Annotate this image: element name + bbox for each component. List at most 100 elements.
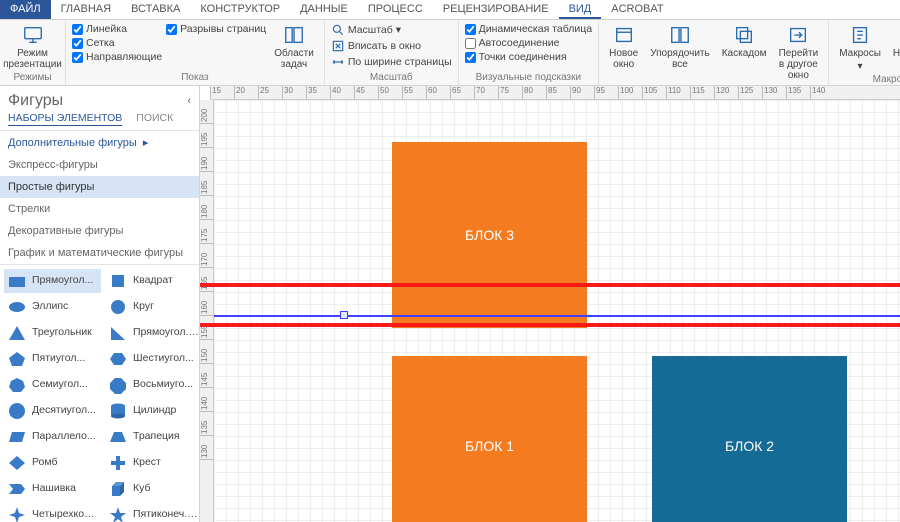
chk-pagebreaks[interactable]: Разрывы страниц [166, 22, 266, 36]
shape-cyl[interactable]: Цилиндр [105, 399, 199, 423]
shape-square[interactable]: Квадрат [105, 269, 199, 293]
macros-icon [849, 24, 871, 46]
search-tab[interactable]: ПОИСК [136, 112, 173, 126]
menu-tabs: ФАЙЛ ГЛАВНАЯ ВСТАВКА КОНСТРУКТОР ДАННЫЕ … [0, 0, 900, 20]
shape-tri[interactable]: Треугольник [4, 321, 101, 345]
stencils-tab[interactable]: НАБОРЫ ЭЛЕМЕНТОВ [8, 112, 122, 126]
tab-review[interactable]: РЕЦЕНЗИРОВАНИЕ [433, 0, 559, 19]
shape-label: Куб [133, 483, 151, 494]
shape-oct[interactable]: Восьмиуго... [105, 373, 199, 397]
tab-file[interactable]: ФАЙЛ [0, 0, 51, 19]
tab-process[interactable]: ПРОЦЕСС [358, 0, 433, 19]
group-modes: Режим презентации Режимы [0, 20, 66, 85]
para-icon [7, 428, 27, 446]
shape-label: Пятиугол... [32, 353, 85, 364]
shape-rtri[interactable]: Прямоугол... треугольник [105, 321, 199, 345]
chk-grid[interactable]: Сетка [72, 36, 162, 50]
drawing-canvas[interactable]: БЛОК 3 БЛОК 1 БЛОК 2 [214, 100, 900, 522]
shape-label: Цилиндр [133, 405, 176, 416]
shape-label: Треугольник [32, 327, 92, 338]
group-show: Линейка Сетка Направляющие Разрывы стран… [66, 20, 325, 85]
shape-rhomb[interactable]: Ромб [4, 451, 101, 475]
group-visual-label: Визуальные подсказки [465, 72, 592, 85]
shape-pent[interactable]: Пятиугол... [4, 347, 101, 371]
trap-icon [108, 428, 128, 446]
chk-ruler[interactable]: Линейка [72, 22, 162, 36]
group-macros: Макросы ▾ Надстройки Макросы [829, 20, 900, 85]
shape-grid: Прямоугол... Квадрат Эллипс Круг Треугольник… [0, 264, 199, 522]
cat-express[interactable]: Экспресс-фигуры [0, 154, 199, 176]
taskpanes-button[interactable]: Области задач [270, 22, 318, 72]
rtri-icon [108, 324, 128, 342]
shape-para[interactable]: Параллело... [4, 425, 101, 449]
fit-window-button[interactable]: Вписать в окно [331, 38, 452, 54]
shape-cross[interactable]: Крест [105, 451, 199, 475]
collapse-pane-button[interactable]: ‹ [187, 95, 191, 107]
shape-label: Трапеция [133, 431, 180, 442]
cyl-icon [108, 402, 128, 420]
shape-label: Эллипс [32, 301, 68, 312]
shape-hex[interactable]: Шестиугол... [105, 347, 199, 371]
tab-home[interactable]: ГЛАВНАЯ [51, 0, 121, 19]
rect-icon [7, 272, 27, 290]
pent-icon [7, 350, 27, 368]
group-modes-label: Режимы [6, 72, 59, 85]
shape-star4[interactable]: Четырехкон... звезда [4, 503, 101, 522]
chk-guides[interactable]: Направляющие [72, 50, 162, 64]
cat-arrows[interactable]: Стрелки [0, 198, 199, 220]
addins-button[interactable]: Надстройки [889, 22, 900, 61]
presentation-mode-label: Режим презентации [3, 48, 62, 70]
shape-hept[interactable]: Семиугол... [4, 373, 101, 397]
square-icon [108, 272, 128, 290]
shape-block-2[interactable]: БЛОК 2 [652, 356, 847, 522]
magnifier-icon [331, 23, 345, 37]
tab-acrobat[interactable]: ACROBAT [601, 0, 673, 19]
page-width-button[interactable]: По ширине страницы [331, 54, 452, 70]
cat-simple[interactable]: Простые фигуры [0, 176, 199, 198]
new-window-button[interactable]: Новое окно [605, 22, 642, 72]
shape-block-1[interactable]: БЛОК 1 [392, 356, 587, 522]
cascade-button[interactable]: Каскадом [718, 22, 771, 61]
cat-more-shapes[interactable]: Дополнительные фигуры ▸ [0, 131, 199, 154]
shape-cube[interactable]: Куб [105, 477, 199, 501]
shape-chev[interactable]: Нашивка [4, 477, 101, 501]
tab-design[interactable]: КОНСТРУКТОР [190, 0, 290, 19]
chk-dyngrid[interactable]: Динамическая таблица [465, 22, 592, 36]
shapes-pane: Фигуры ‹ НАБОРЫ ЭЛЕМЕНТОВ ПОИСК Дополнит… [0, 86, 200, 522]
tab-view[interactable]: ВИД [559, 0, 602, 19]
shape-block-3[interactable]: БЛОК 3 [392, 142, 587, 328]
shape-rect[interactable]: Прямоугол... [4, 269, 101, 293]
group-zoom-label: Масштаб [331, 72, 452, 85]
group-zoom: Масштаб ▾ Вписать в окно По ширине стран… [325, 20, 459, 85]
ruler-horizontal[interactable]: 1520253035404550556065707580859095100105… [210, 86, 900, 100]
guide-handle[interactable] [340, 311, 348, 319]
shape-label: Шестиугол... [133, 353, 194, 364]
tab-data[interactable]: ДАННЫЕ [290, 0, 358, 19]
shape-circle[interactable]: Круг [105, 295, 199, 319]
cat-decor[interactable]: Декоративные фигуры [0, 220, 199, 242]
guide-line[interactable] [214, 315, 900, 317]
switch-window-button[interactable]: Перейти в другое окно ▾ [775, 22, 823, 96]
shape-label: Нашивка [32, 483, 76, 494]
presentation-mode-button[interactable]: Режим презентации [6, 22, 59, 72]
cube-icon [108, 480, 128, 498]
arrange-all-button[interactable]: Упорядочить все [646, 22, 714, 72]
ellipse-icon [7, 298, 27, 316]
shape-ellipse[interactable]: Эллипс [4, 295, 101, 319]
shape-star5[interactable]: Пятиконеч... звезда [105, 503, 199, 522]
shape-label: Крест [133, 457, 161, 468]
taskpanes-label: Области задач [274, 48, 314, 70]
ruler-vertical[interactable]: 2001951901851801751701651601551501451401… [200, 100, 214, 522]
tab-insert[interactable]: ВСТАВКА [121, 0, 190, 19]
zoom-button[interactable]: Масштаб ▾ [331, 22, 452, 38]
chk-autoconnect[interactable]: Автосоединение [465, 36, 592, 50]
cat-math[interactable]: График и математические фигуры [0, 242, 199, 264]
group-window: Новое окно Упорядочить все Каскадом Пере… [599, 20, 829, 85]
shape-label: Прямоугол... [32, 275, 93, 286]
shape-dec[interactable]: Десятиугол... [4, 399, 101, 423]
shape-trap[interactable]: Трапеция [105, 425, 199, 449]
shape-label: Восьмиуго... [133, 379, 193, 390]
chk-connpoints[interactable]: Точки соединения [465, 50, 592, 64]
canvas-wrap: 1520253035404550556065707580859095100105… [200, 86, 900, 522]
macros-button[interactable]: Макросы ▾ [835, 22, 885, 74]
